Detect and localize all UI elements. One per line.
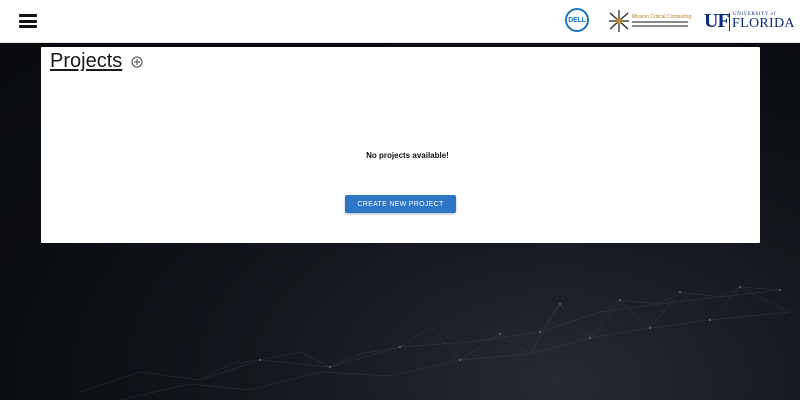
mcc-logo-title: Mission Critical Computing (632, 14, 692, 20)
empty-projects-message: No projects available! (366, 151, 449, 160)
network-star-icon (609, 10, 629, 32)
university-of-florida-logo: UF UNIVERSITY of FLORIDA (704, 10, 794, 33)
circle-plus-icon[interactable] (131, 56, 143, 68)
top-header-bar: DELL Mission Critical Computing UF UNIVE… (0, 0, 800, 43)
dell-logo: DELL (565, 8, 589, 32)
dell-logo-text: DELL (568, 16, 586, 24)
create-new-project-button[interactable]: CREATE NEW PROJECT (345, 195, 456, 213)
hamburger-menu-icon[interactable] (19, 14, 37, 28)
projects-title-link[interactable]: Projects (50, 50, 122, 73)
uf-logo-florida: FLORIDA (732, 16, 795, 31)
projects-card: Projects No projects available! CREATE N… (41, 47, 760, 243)
uf-logo-mark: UF (704, 10, 730, 32)
mission-critical-computing-logo: Mission Critical Computing (608, 9, 692, 33)
